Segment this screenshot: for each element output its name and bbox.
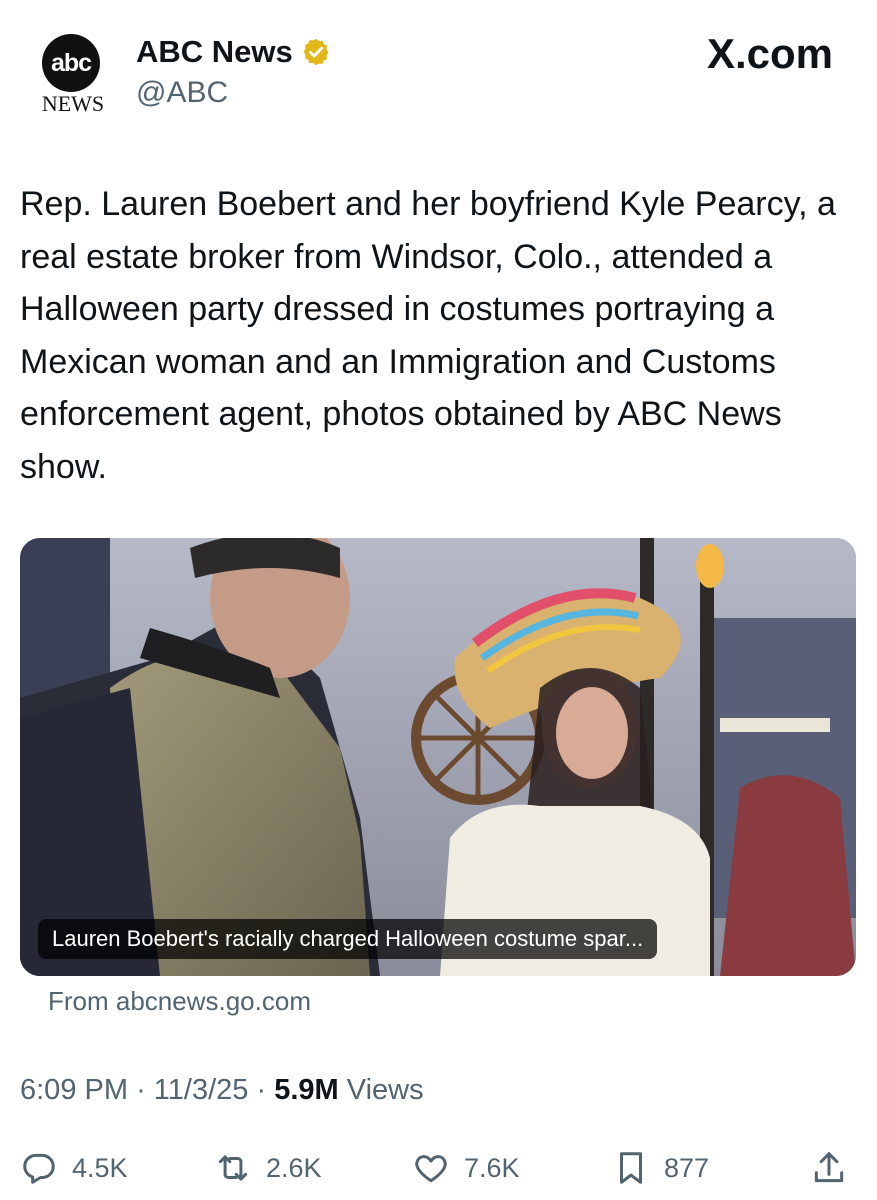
views-label: Views	[346, 1074, 424, 1106]
link-card[interactable]: Lauren Boebert's racially charged Hallow…	[20, 538, 856, 976]
reply-icon	[23, 1153, 55, 1184]
verified-badge-icon	[303, 38, 329, 66]
meta-separator-2: ·	[256, 1074, 267, 1106]
share-button[interactable]	[810, 1140, 848, 1196]
bookmark-icon	[619, 1152, 643, 1184]
card-caption: Lauren Boebert's racially charged Hallow…	[38, 919, 658, 959]
heart-icon	[415, 1155, 447, 1183]
author-name[interactable]: ABC News	[136, 34, 331, 70]
meta-separator-1: ·	[136, 1074, 146, 1106]
reply-count: 4.5K	[72, 1152, 128, 1183]
tweet-time[interactable]: 6:09 PM	[20, 1074, 128, 1106]
tweet-meta: 6:09 PM · 11/3/25 · 5.9M Views	[20, 1074, 424, 1107]
share-icon	[814, 1152, 844, 1183]
card-source[interactable]: From abcnews.go.com	[48, 986, 311, 1017]
like-button[interactable]: 7.6K	[412, 1140, 520, 1196]
repost-icon	[218, 1155, 248, 1181]
repost-count: 2.6K	[266, 1152, 322, 1183]
bookmark-count: 877	[664, 1152, 710, 1183]
author-handle[interactable]: @ABC	[136, 76, 228, 110]
reply-button[interactable]: 4.5K	[20, 1140, 128, 1196]
tweet-header: abc NEWS ABC News @ABC X.com	[0, 0, 877, 140]
bookmark-button[interactable]: 877	[612, 1140, 709, 1196]
like-count: 7.6K	[464, 1152, 520, 1183]
article-photo	[20, 538, 856, 976]
views-count: 5.9M	[274, 1074, 339, 1106]
tweet-actions: 4.5K 2.6K 7.6K 877	[0, 1140, 877, 1196]
abc-logo-circle: abc	[42, 34, 100, 92]
abc-news-logo[interactable]: abc NEWS	[36, 34, 110, 120]
tweet-date[interactable]: 11/3/25	[154, 1074, 249, 1106]
abc-logo-news-text: NEWS	[41, 91, 105, 116]
tweet-text: Rep. Lauren Boebert and her boyfriend Ky…	[20, 185, 836, 486]
repost-button[interactable]: 2.6K	[214, 1140, 322, 1196]
author-name-text: ABC News	[136, 34, 293, 69]
x-com-brand: X.com	[706, 30, 833, 77]
